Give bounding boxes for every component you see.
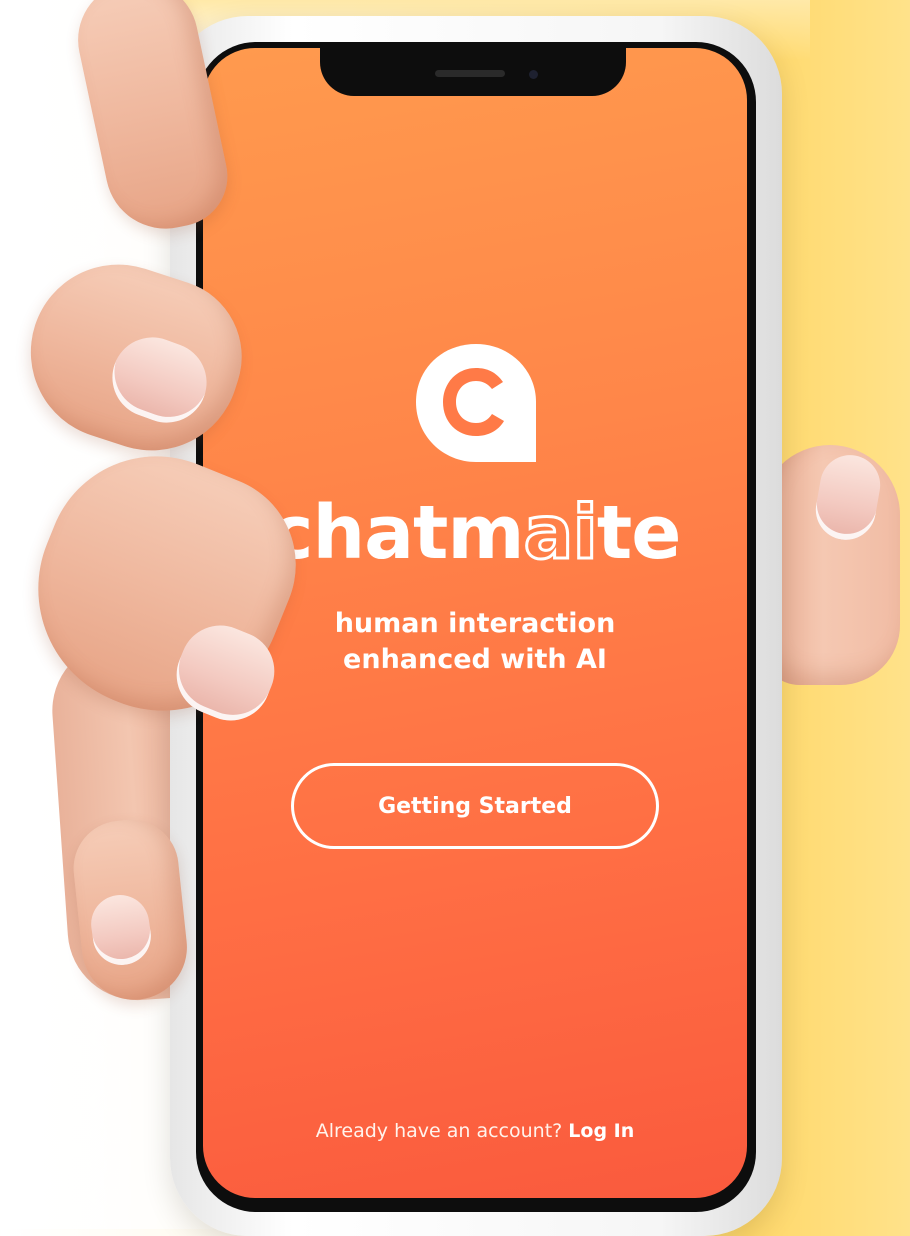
tagline-line-1: human interaction	[334, 608, 616, 639]
brand-highlight-i: i	[571, 489, 599, 578]
tagline-line-2: enhanced with AI	[343, 644, 607, 675]
phone-notch	[320, 42, 626, 96]
chat-bubble-logo-icon	[416, 344, 536, 462]
brand-highlight-a: a	[522, 489, 575, 578]
brand-prefix: chatm	[269, 490, 525, 576]
brand-suffix: te	[596, 490, 682, 576]
getting-started-button[interactable]: Getting Started	[291, 763, 659, 849]
login-prompt: Already have an account? Log In	[203, 1120, 747, 1142]
tagline: human interaction enhanced with AI	[203, 606, 747, 678]
speaker-grille	[435, 70, 505, 77]
front-camera	[529, 70, 538, 79]
login-link[interactable]: Log In	[568, 1120, 634, 1142]
login-prompt-text: Already have an account?	[315, 1120, 563, 1142]
